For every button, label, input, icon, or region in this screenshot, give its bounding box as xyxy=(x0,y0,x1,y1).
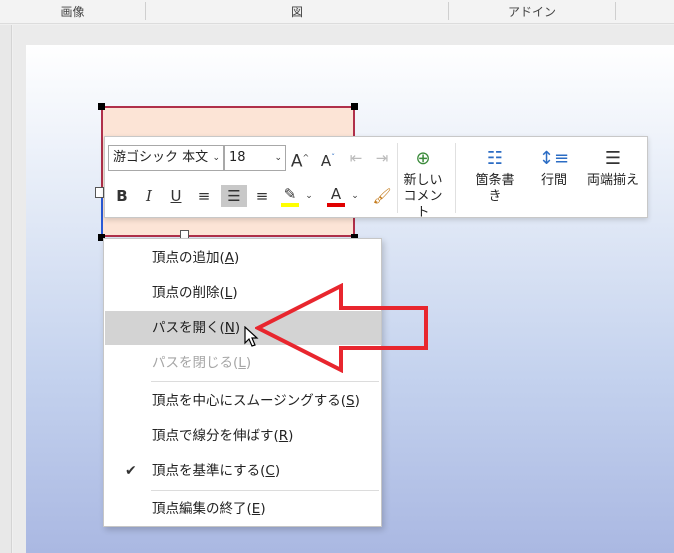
shape-path-segment xyxy=(101,198,103,238)
annotation-arrow-icon xyxy=(255,283,428,373)
font-size-value: 18 xyxy=(229,150,246,165)
bullets-icon: ☷ xyxy=(486,148,504,169)
menu-item-label-close: ) xyxy=(354,393,360,409)
menu-item-label: 頂点を中心にスムージングする( xyxy=(152,393,346,409)
font-color-button[interactable]: A xyxy=(325,183,347,207)
justify-button[interactable]: ☰ 両端揃え xyxy=(581,145,645,189)
chevron-down-icon: ⌄ xyxy=(274,153,282,163)
menu-item-label-close: ) xyxy=(288,428,294,444)
new-comment-label-2: コメント xyxy=(403,189,443,220)
toolbar-separator xyxy=(455,143,456,213)
bullets-label-2: き xyxy=(488,189,502,204)
vertex-handle[interactable] xyxy=(98,103,105,110)
context-menu: 頂点の追加(A) 頂点の削除(L) パスを開く(N) パスを閉じる(L) 頂点を… xyxy=(103,238,382,527)
menu-item-label-close: ) xyxy=(260,501,266,517)
menu-item-label-close: ) xyxy=(232,285,238,301)
increase-indent-button[interactable]: ⇥ xyxy=(371,147,393,169)
menu-item-smooth-point[interactable]: 頂点を中心にスムージングする(S) xyxy=(105,384,381,418)
highlight-color-swatch xyxy=(281,203,299,207)
bullets-button[interactable]: ☷ 箇条書 き xyxy=(467,145,523,205)
justify-icon: ☰ xyxy=(604,148,622,169)
access-key: A xyxy=(224,250,235,266)
menu-item-label: 頂点で線分を伸ばす( xyxy=(152,428,279,444)
ribbon-group-labels: 画像 図 アドイン xyxy=(0,0,674,24)
font-size-combo[interactable]: 18 ⌄ xyxy=(224,145,286,171)
menu-item-add-point[interactable]: 頂点の追加(A) xyxy=(105,241,381,275)
ribbon-group-shapes: 図 xyxy=(290,5,303,19)
chevron-down-icon[interactable]: ⌄ xyxy=(349,185,361,207)
menu-separator xyxy=(151,381,379,382)
font-name-value: 游ゴシック 本文 xyxy=(113,150,209,165)
italic-button[interactable]: I xyxy=(138,185,160,207)
increase-indent-icon: ⇥ xyxy=(375,149,389,167)
font-name-combo[interactable]: 游ゴシック 本文 ⌄ xyxy=(108,145,224,171)
menu-item-exit-edit-points[interactable]: 頂点編集の終了(E) xyxy=(105,492,381,526)
checkmark-icon: ✔ xyxy=(125,463,137,479)
ribbon-group-images: 画像 xyxy=(60,5,85,19)
menu-item-label: 頂点の削除( xyxy=(152,285,225,301)
decrease-indent-button[interactable]: ⇤ xyxy=(345,147,367,169)
grow-font-icon: A xyxy=(290,151,303,172)
menu-item-label-close: ) xyxy=(234,250,240,266)
align-right-button[interactable]: ≡ xyxy=(251,185,273,207)
ribbon-separator xyxy=(615,2,616,20)
ribbon-group-addins: アドイン xyxy=(507,5,556,19)
chevron-down-icon: ⌄ xyxy=(212,153,220,163)
thumbnail-pane-edge[interactable] xyxy=(0,25,12,553)
align-left-icon: ≡ xyxy=(197,187,211,205)
grow-font-button[interactable]: A^ xyxy=(289,147,311,172)
highlighter-icon: ✎ xyxy=(283,185,297,203)
menu-item-label: 頂点編集の終了( xyxy=(152,501,252,517)
menu-item-label-close: ) xyxy=(245,355,252,371)
highlight-button[interactable]: ✎ xyxy=(279,183,301,207)
mouse-cursor-icon xyxy=(244,326,259,347)
align-center-icon: ☰ xyxy=(227,187,241,205)
line-spacing-icon: ↕≡ xyxy=(538,148,570,169)
justify-label: 両端揃え xyxy=(586,173,639,188)
menu-item-label-close: ) xyxy=(274,463,281,479)
font-color-icon: A xyxy=(330,185,342,203)
access-key: L xyxy=(238,355,246,371)
format-painter-button[interactable]: 🖌 xyxy=(371,185,393,207)
paintbrush-icon: 🖌 xyxy=(372,187,392,205)
toolbar-separator xyxy=(397,143,398,213)
new-comment-label-1: 新しい xyxy=(403,173,443,188)
new-comment-button[interactable]: ⊕ 新しい コメント xyxy=(400,145,446,221)
line-spacing-label: 行間 xyxy=(540,173,567,188)
align-center-button[interactable]: ☰ xyxy=(221,185,247,207)
access-key: C xyxy=(265,463,275,479)
align-left-button[interactable]: ≡ xyxy=(193,185,215,207)
access-key: N xyxy=(224,320,235,336)
menu-item-corner-point[interactable]: ✔ 頂点を基準にする(C) xyxy=(105,454,381,488)
font-color-swatch xyxy=(327,203,345,207)
bullets-label-1: 箇条書 xyxy=(475,173,515,188)
access-key: S xyxy=(346,393,355,409)
bold-button[interactable]: B xyxy=(111,185,133,207)
menu-item-straight-point[interactable]: 頂点で線分を伸ばす(R) xyxy=(105,419,381,453)
shrink-font-button[interactable]: Aˇ xyxy=(317,147,339,170)
menu-item-label: 頂点の追加( xyxy=(152,250,225,266)
menu-separator xyxy=(151,490,379,491)
bezier-handle[interactable] xyxy=(95,187,104,198)
align-right-icon: ≡ xyxy=(255,187,269,205)
new-comment-icon: ⊕ xyxy=(415,148,431,169)
menu-item-label-close: ) xyxy=(234,320,241,336)
access-key: R xyxy=(278,428,289,444)
line-spacing-button[interactable]: ↕≡ 行間 xyxy=(533,145,575,189)
menu-item-label: 頂点を基準にする( xyxy=(152,463,266,479)
chevron-down-icon[interactable]: ⌄ xyxy=(303,185,315,207)
menu-item-label: パスを閉じる( xyxy=(152,355,239,371)
vertex-handle[interactable] xyxy=(351,103,358,110)
underline-button[interactable]: U xyxy=(165,185,187,207)
mini-toolbar: 游ゴシック 本文 ⌄ 18 ⌄ A^ Aˇ ⇤ ⇥ B I U ≡ ☰ ≡ ✎ … xyxy=(104,136,648,221)
menu-item-label: パスを開く( xyxy=(152,320,225,336)
decrease-indent-icon: ⇤ xyxy=(349,149,363,167)
shrink-font-icon: A xyxy=(320,152,332,170)
